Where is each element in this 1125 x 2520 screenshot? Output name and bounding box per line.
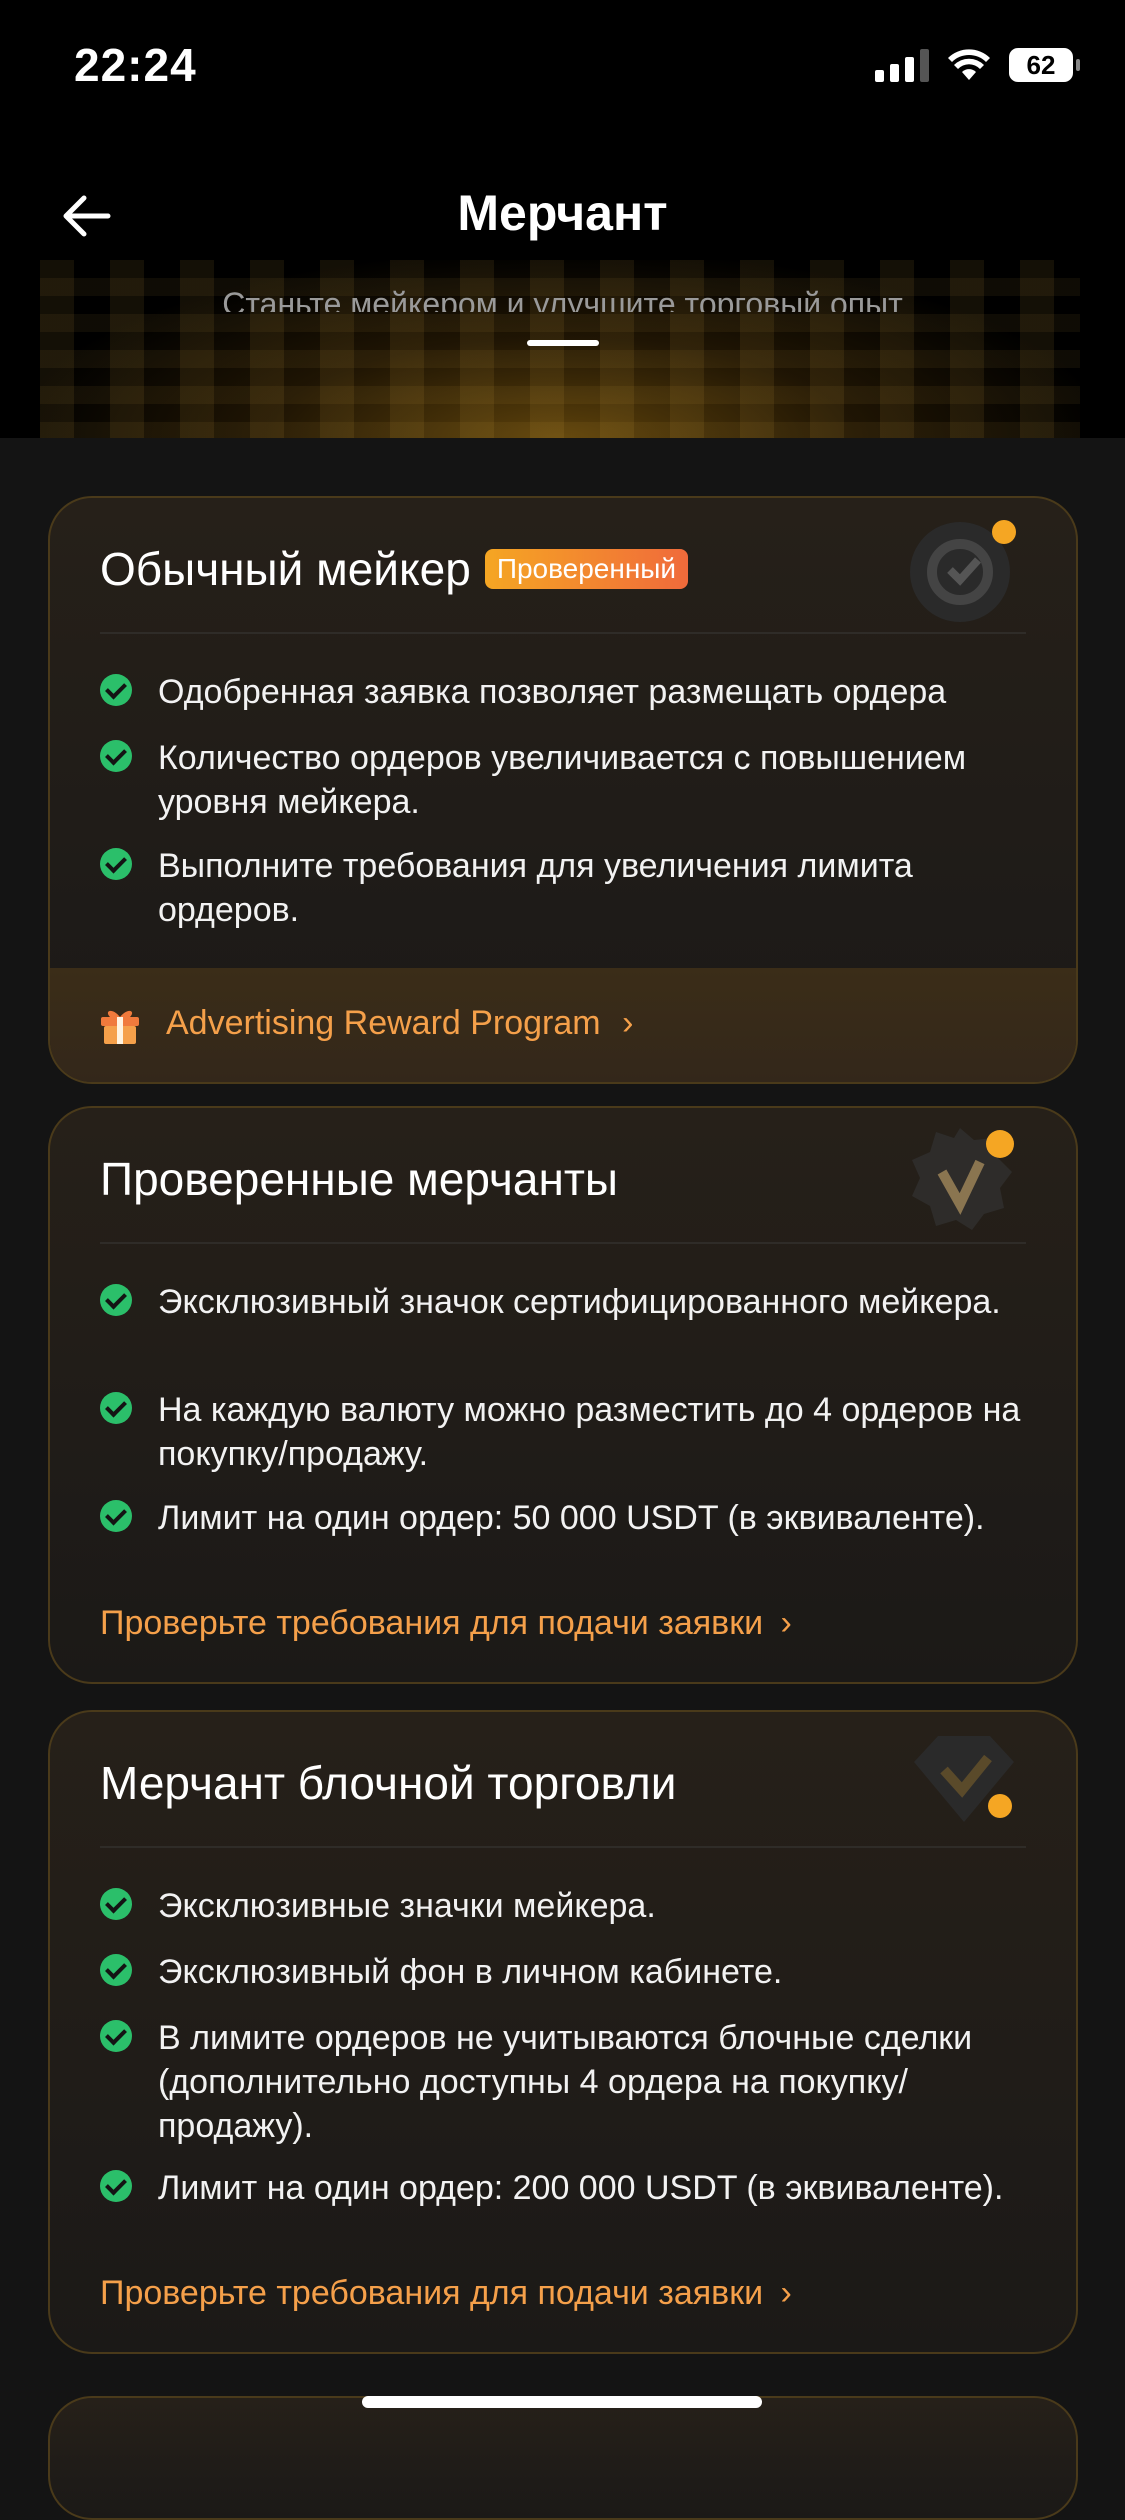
check-icon [100,1888,132,1920]
chevron-right-icon: › [780,2274,792,2312]
refresh-check-icon [910,520,1016,622]
chevron-right-icon: › [780,1604,792,1642]
status-icons: 62 [875,48,1080,82]
verified-badge-icon [912,1128,1014,1230]
feature-item: Эксклюзивный значок сертифицированного м… [100,1280,1030,1324]
feature-item: Выполните требования для увеличения лими… [100,844,1030,932]
card-next-peek [48,2396,1078,2520]
feature-item: Эксклюзивные значки мейкера. [100,1884,1030,1928]
check-icon [100,1284,132,1316]
check-icon [100,1954,132,1986]
home-indicator[interactable] [362,2396,762,2408]
wifi-icon [948,49,990,80]
check-icon [100,740,132,772]
feature-item: Лимит на один ордер: 50 000 USDT (в экви… [100,1496,1030,1540]
page-title: Мерчант [457,185,668,241]
gift-icon [101,1010,139,1044]
status-time: 22:24 [74,39,197,91]
check-icon [100,1392,132,1424]
divider [100,632,1026,634]
check-icon [100,2020,132,2052]
divider [100,1846,1026,1848]
requirements-link[interactable]: Проверьте требования для подачи заявки › [100,1604,792,1643]
feature-item: В лимите ордеров не учитываются блочные … [100,2016,1030,2148]
feature-item: Количество ордеров увеличивается с повыш… [100,736,1030,824]
check-icon [100,674,132,706]
check-icon [100,848,132,880]
card-title: Обычный мейкер Проверенный [100,542,689,596]
feature-item: Эксклюзивный фон в личном кабинете. [100,1950,1030,1994]
hero-subtitle: Станьте мейкером и улучшите торговый опы… [222,286,903,312]
divider [100,1242,1026,1244]
verified-badge: Проверенный [484,548,689,589]
feature-item: На каждую валюту можно разместить до 4 о… [100,1388,1030,1476]
card-title: Мерчант блочной торговли [100,1757,677,1809]
diamond-check-icon [914,1736,1014,1822]
requirements-link[interactable]: Проверьте требования для подачи заявки › [100,2274,792,2313]
status-bar: 22:24 62 [0,0,1125,140]
card-title: Проверенные мерчанты [100,1153,618,1205]
feature-item: Одобренная заявка позволяет размещать ор… [100,670,1030,714]
advertising-reward-link[interactable]: Advertising Reward Program › [166,1004,633,1043]
check-icon [100,2170,132,2202]
cellular-signal-icon [875,48,929,82]
card-verified-merchants: Проверенные мерчанты Эксклюзивный значок… [48,1106,1078,1684]
chevron-right-icon: › [622,1004,634,1042]
reward-program-banner[interactable]: Advertising Reward Program › [50,968,1076,1082]
carousel-indicator[interactable] [527,340,599,346]
card-block-trade-merchant: Мерчант блочной торговли Эксклюзивные зн… [48,1710,1078,2354]
card-regular-maker: Обычный мейкер Проверенный Одобренная зая… [48,496,1078,1084]
check-icon [100,1500,132,1532]
battery-icon: 62 [1009,48,1080,82]
feature-item: Лимит на один ордер: 200 000 USDT (в экв… [100,2166,1030,2210]
